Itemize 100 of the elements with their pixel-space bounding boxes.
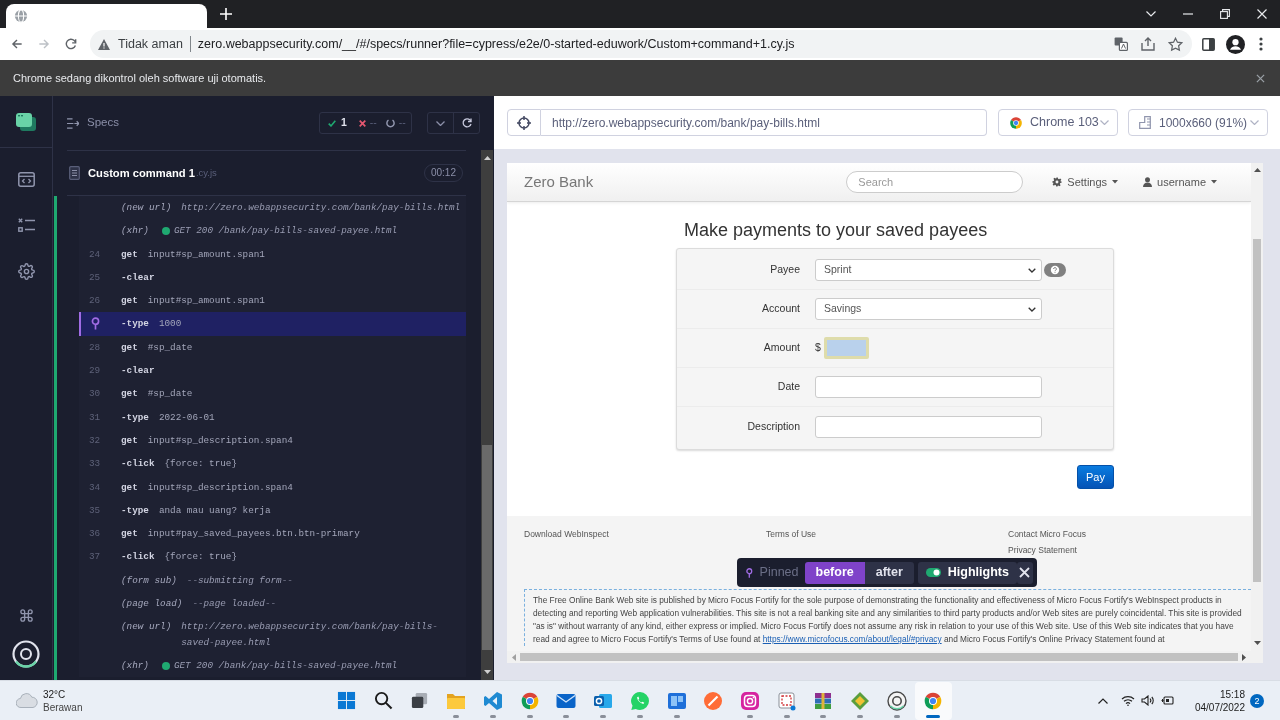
specs-title[interactable]: Specs [87, 114, 119, 132]
command-row[interactable]: 31 -type 2022-06-01 [79, 405, 466, 429]
command-row[interactable]: (new url) http://zero.webappsecurity.com/bank/pay-bills.html [79, 196, 466, 220]
camera-icon [739, 690, 760, 711]
command-row[interactable]: 24 get input#sp_amount.span1 [79, 242, 466, 266]
reload-icon[interactable] [460, 117, 473, 129]
translate-icon[interactable] [1114, 37, 1128, 51]
command-row[interactable]: (xhr) GET 200 /bank/pay-bills-saved-payee.html [79, 653, 466, 678]
scrollbar-thumb[interactable] [520, 653, 1238, 661]
command-row[interactable]: (page load) --page loaded-- [79, 592, 466, 616]
weather-temperature[interactable]: 32°C [43, 687, 83, 701]
reload-icon[interactable] [64, 37, 78, 51]
security-label[interactable]: Tidak aman [118, 34, 183, 54]
weather-condition[interactable]: Berawan [43, 700, 83, 714]
test-list-icon[interactable] [17, 218, 35, 232]
list-arrow-icon[interactable] [67, 117, 79, 129]
ruler-icon [1139, 116, 1151, 129]
dropdown[interactable]: Savings [815, 298, 1042, 320]
command-row[interactable]: 35 -type anda mau uang? kerja [79, 498, 466, 523]
command-row[interactable]: 33 -click {force: true} [79, 452, 466, 476]
command-row[interactable]: (new url) http://zero.webappsecurity.com/bank/pay-bills-saved-payee.html [79, 615, 466, 654]
scroll-down-icon[interactable] [483, 670, 491, 674]
new-tab-icon[interactable] [220, 8, 232, 20]
caret-icon [1112, 180, 1119, 184]
clock-date[interactable]: 04/07/2022 [1194, 700, 1245, 714]
speaker-icon[interactable] [1140, 695, 1154, 706]
command-row[interactable]: (xhr) GET 200 /bank/pay-bills-saved-payee.html [79, 219, 466, 243]
pay-button[interactable]: Pay [1077, 465, 1114, 489]
command-name: -click [121, 457, 155, 472]
command-row[interactable]: 29 -clear [79, 359, 466, 383]
command-row[interactable]: 30 get #sp_date [79, 382, 466, 406]
command-row[interactable]: (form sub) --submitting form-- [79, 568, 466, 593]
command-message: {force: true} [164, 457, 237, 472]
command-row[interactable]: 36 get input#pay_saved_payees.btn.btn-primary [79, 522, 466, 546]
keyboard-shortcut-icon[interactable] [18, 607, 34, 623]
help-icon[interactable] [1044, 263, 1066, 277]
notification-badge[interactable]: 2 [1250, 693, 1264, 708]
command-row[interactable]: 25 -clear [79, 265, 466, 290]
scrollbar-thumb[interactable] [482, 445, 492, 650]
snapshot-button[interactable]: after [864, 561, 914, 584]
nav-menu[interactable]: username [1143, 173, 1217, 191]
search-field[interactable]: Search [846, 171, 1024, 193]
star-icon[interactable] [1167, 36, 1183, 52]
command-row[interactable]: 26 get input#sp_amount.span1 [79, 289, 466, 313]
ring-logo-icon[interactable] [12, 640, 40, 668]
scroll-up-icon[interactable] [1253, 168, 1261, 172]
footer-link[interactable]: Terms of Use [766, 529, 817, 539]
command-row[interactable]: 32 get input#sp_description.span4 [79, 428, 466, 453]
back-icon[interactable] [10, 37, 24, 51]
chevron-down-icon [1100, 120, 1109, 125]
url-field[interactable]: http://zero.webappsecurity.com/bank/pay-bills.html [541, 109, 987, 136]
privacy-link[interactable]: https://www.microfocus.com/about/legal/#privacy [762, 634, 942, 644]
dropdown[interactable]: Sprint [815, 259, 1042, 281]
command-row[interactable]: 28 get #sp_date [79, 335, 466, 360]
settings-icon[interactable] [17, 262, 35, 280]
footer-link[interactable]: Contact Micro Focus [1008, 529, 1086, 539]
scrollbar-thumb[interactable] [1253, 239, 1261, 582]
field-label: Account [762, 301, 800, 317]
chevron-up-icon[interactable] [1097, 697, 1108, 704]
close-button[interactable] [1016, 561, 1033, 584]
profile-avatar-icon[interactable] [1225, 34, 1245, 54]
selector-playground-button[interactable] [507, 109, 541, 136]
browser-dropdown[interactable]: Chrome 103 [998, 109, 1118, 136]
wifi-icon[interactable] [1120, 695, 1135, 706]
command-name: get [121, 294, 138, 309]
restore-icon[interactable] [1219, 9, 1230, 19]
field-label: Description [747, 418, 800, 434]
code-window-icon[interactable] [17, 171, 35, 187]
snapshot-button[interactable]: before [804, 561, 865, 584]
command-message: GET 200 /bank/pay-bills-saved-payee.html [173, 224, 398, 239]
input-field[interactable] [815, 376, 1042, 398]
footer-link[interactable]: Download WebInspect [524, 529, 609, 539]
clock-time[interactable]: 15:18 [1219, 687, 1245, 701]
viewport-dropdown[interactable]: 1000x660 (91%) [1128, 109, 1268, 136]
footer-link[interactable]: Privacy Statement [1008, 545, 1077, 555]
address-bar[interactable]: Tidak aman zero.webappsecurity.com/__/#/specs/runner?file=cypress/e2e/0-started-eduwork/Custom+command+1.cy.js [90, 30, 1192, 58]
scroll-up-icon[interactable] [483, 156, 491, 160]
command-message: http://zero.webappsecurity.com/bank/pay-bills.html [181, 201, 461, 215]
amount-field[interactable] [823, 337, 869, 359]
input-field[interactable] [815, 415, 1042, 438]
share-icon[interactable] [1141, 37, 1155, 51]
diamond-icon [849, 690, 870, 711]
line-number: 32 [89, 433, 101, 448]
start-menu-icon [336, 691, 356, 710]
page-url[interactable]: zero.webappsecurity.com/__/#/specs/runner?file=cypress/e2e/0-started-eduwork/Custom+command+1.cy.js [197, 34, 795, 54]
battery-icon[interactable] [1160, 695, 1174, 706]
site-brand[interactable]: Zero Bank [524, 170, 594, 194]
scroll-down-icon[interactable] [1253, 641, 1261, 645]
command-row[interactable]: 37 -click {force: true} [79, 545, 466, 569]
highlights-toggle[interactable]: Highlights [917, 561, 1017, 584]
minimize-icon[interactable] [1182, 13, 1193, 15]
nav-menu[interactable]: Settings [1052, 173, 1119, 191]
command-row[interactable]: -type 1000 [79, 312, 466, 336]
menu-icon[interactable] [1259, 37, 1263, 51]
side-panel-icon[interactable] [1201, 37, 1215, 51]
scroll-right-icon[interactable] [1242, 653, 1246, 661]
command-row[interactable]: 34 get input#sp_description.span4 [79, 475, 466, 499]
app-logo-icon[interactable] [16, 112, 36, 131]
command-message: {force: true} [164, 550, 237, 565]
ring-logo-icon [886, 690, 907, 711]
